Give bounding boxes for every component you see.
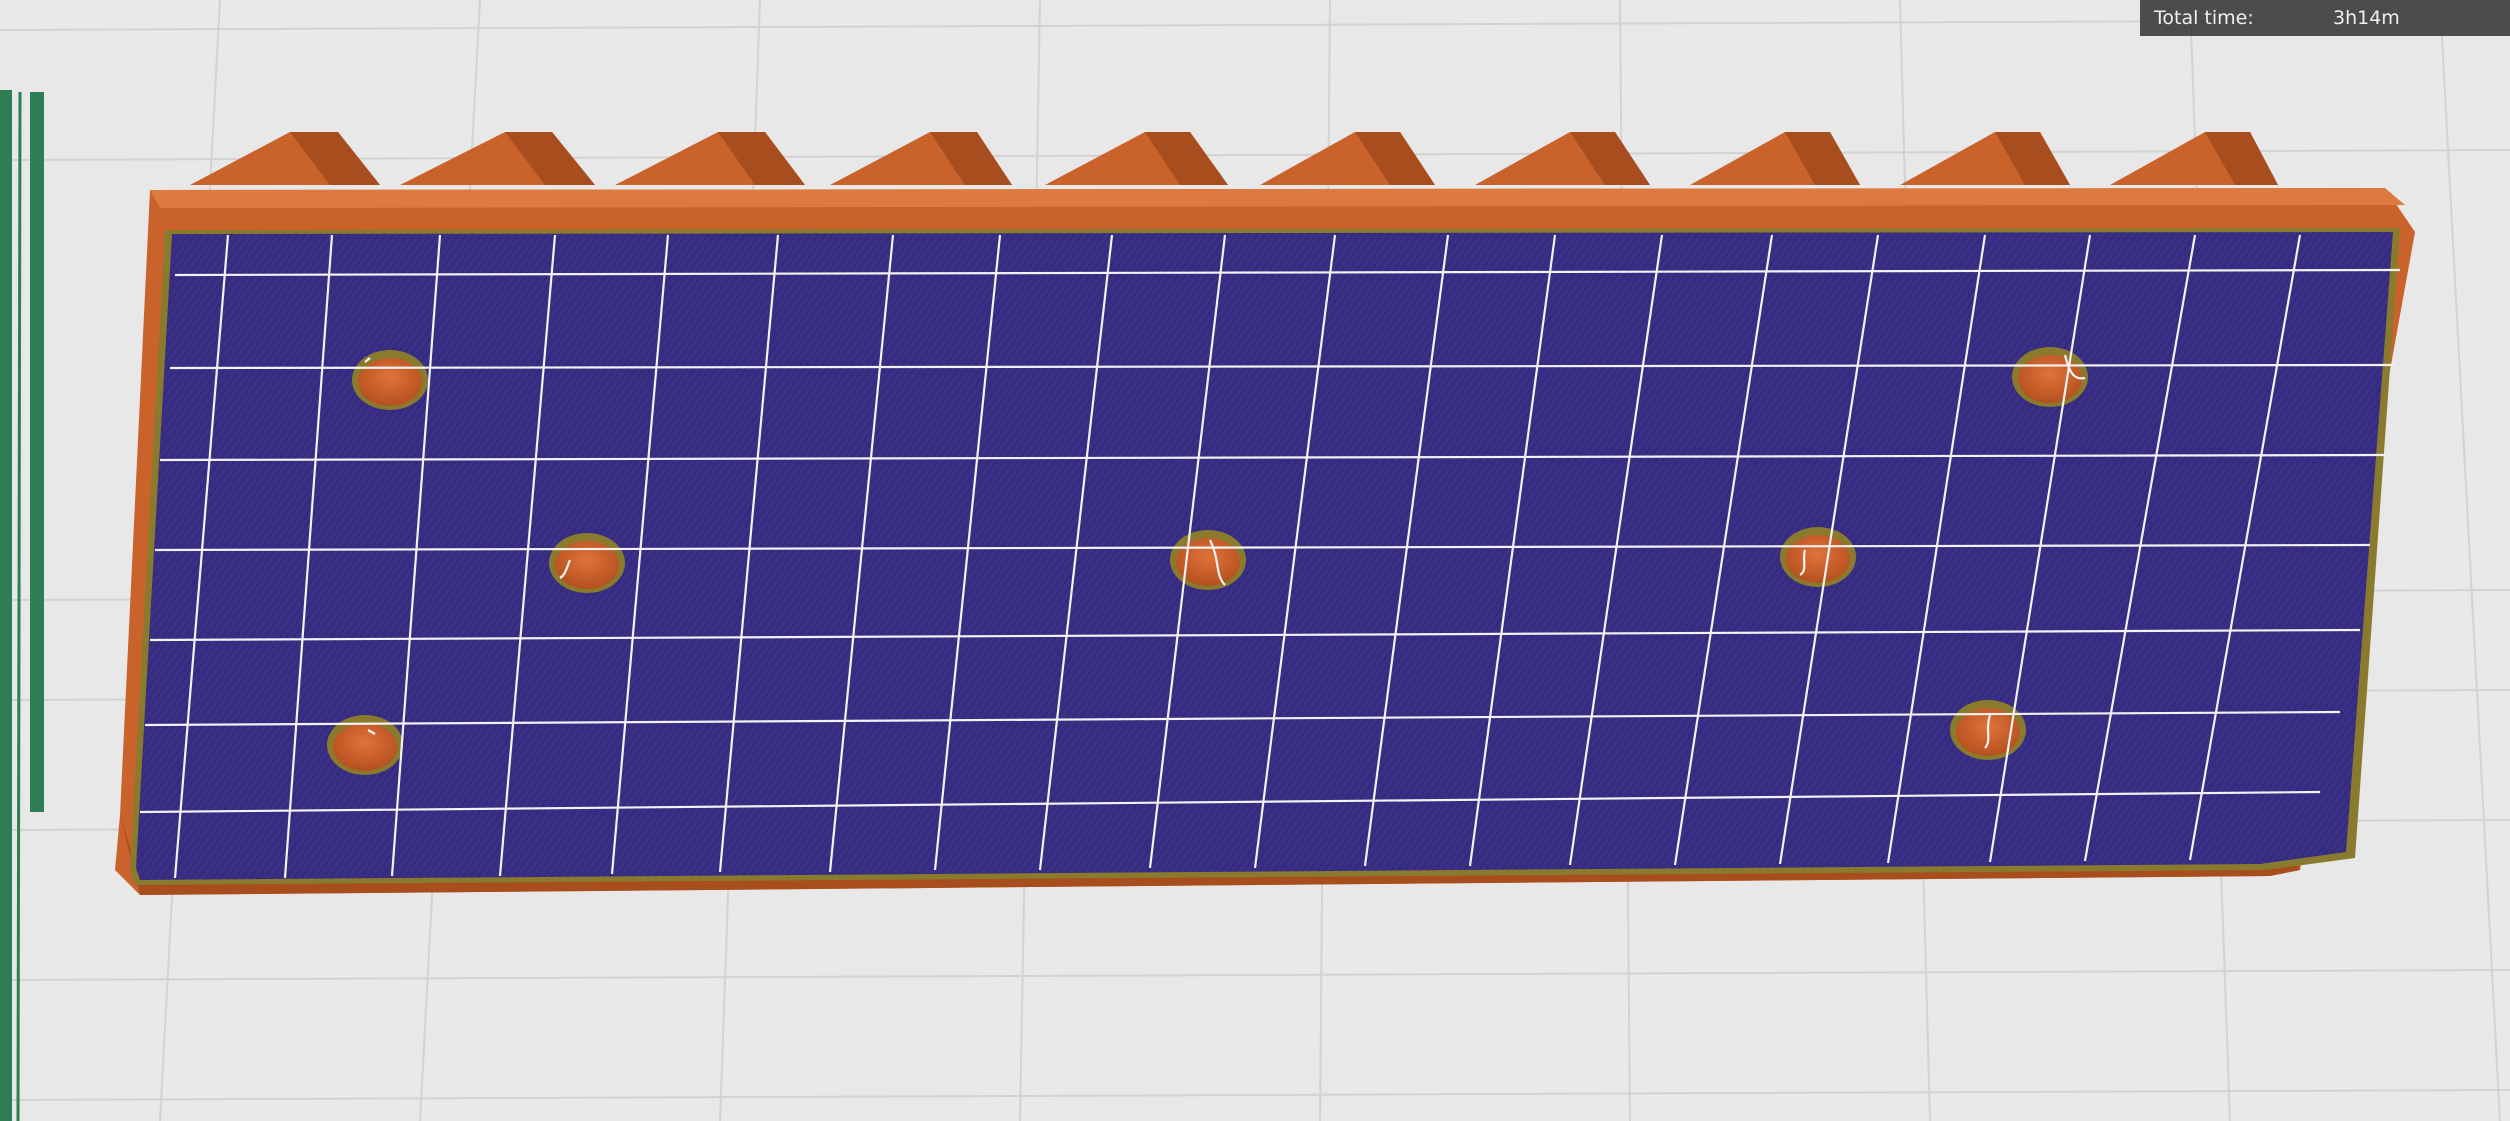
gcode-preview-viewport[interactable]: [0, 0, 2510, 1121]
print-stats-panel: Total time: 3h14m: [2140, 0, 2510, 36]
model-teeth: [190, 132, 2278, 185]
plate-edge-marker: [0, 90, 44, 1121]
total-time-value: 3h14m: [2333, 7, 2400, 29]
total-time-label: Total time:: [2154, 7, 2254, 29]
